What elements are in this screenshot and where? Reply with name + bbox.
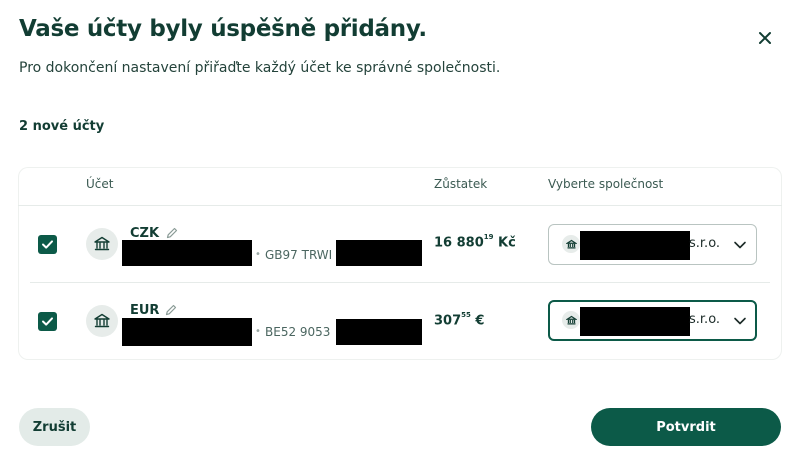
header-divider [18,205,782,206]
redacted-account-name [122,318,252,346]
account-currency: EUR [130,303,160,318]
account-checkbox[interactable] [38,312,57,331]
separator-dot: • [255,326,261,337]
bank-icon [562,235,580,253]
redacted-account-name [122,240,252,266]
account-balance: 30755 € [434,311,485,329]
bank-icon [86,228,118,260]
pencil-icon[interactable] [165,226,179,240]
check-icon [42,240,53,249]
new-accounts-count: 2 nové účty [19,119,105,134]
row-divider [30,282,770,283]
bank-icon [562,311,580,329]
bank-icon [86,305,118,337]
account-currency: CZK [130,226,160,241]
column-header-account: Účet [86,177,114,191]
account-balance: 16 88019 Kč [434,233,516,251]
company-select[interactable]: s.r.o. [548,300,757,341]
account-iban: GB97 TRWI [265,248,333,262]
chevron-down-icon [734,241,746,249]
column-header-balance: Zůstatek [434,177,488,191]
dialog-title: Vaše účty byly úspěšně přidány. [19,16,427,42]
redacted-iban [336,240,422,266]
close-icon[interactable] [756,29,774,47]
check-icon [42,317,53,326]
column-header-company: Vyberte společnost [548,177,664,191]
redacted-iban [336,319,422,345]
company-suffix: s.r.o. [689,236,721,251]
company-suffix: s.r.o. [689,312,721,327]
cancel-button[interactable]: Zrušit [19,408,90,446]
chevron-down-icon [734,317,746,325]
account-iban: BE52 9053 [265,325,331,339]
redacted-company-name [580,231,690,260]
account-checkbox[interactable] [38,235,57,254]
pencil-icon[interactable] [164,303,178,317]
company-select[interactable]: s.r.o. [548,224,757,265]
redacted-company-name [580,307,690,336]
dialog-subtitle: Pro dokončení nastavení přiřaďte každý ú… [19,60,501,76]
confirm-button[interactable]: Potvrdit [591,408,781,446]
separator-dot: • [255,249,261,260]
